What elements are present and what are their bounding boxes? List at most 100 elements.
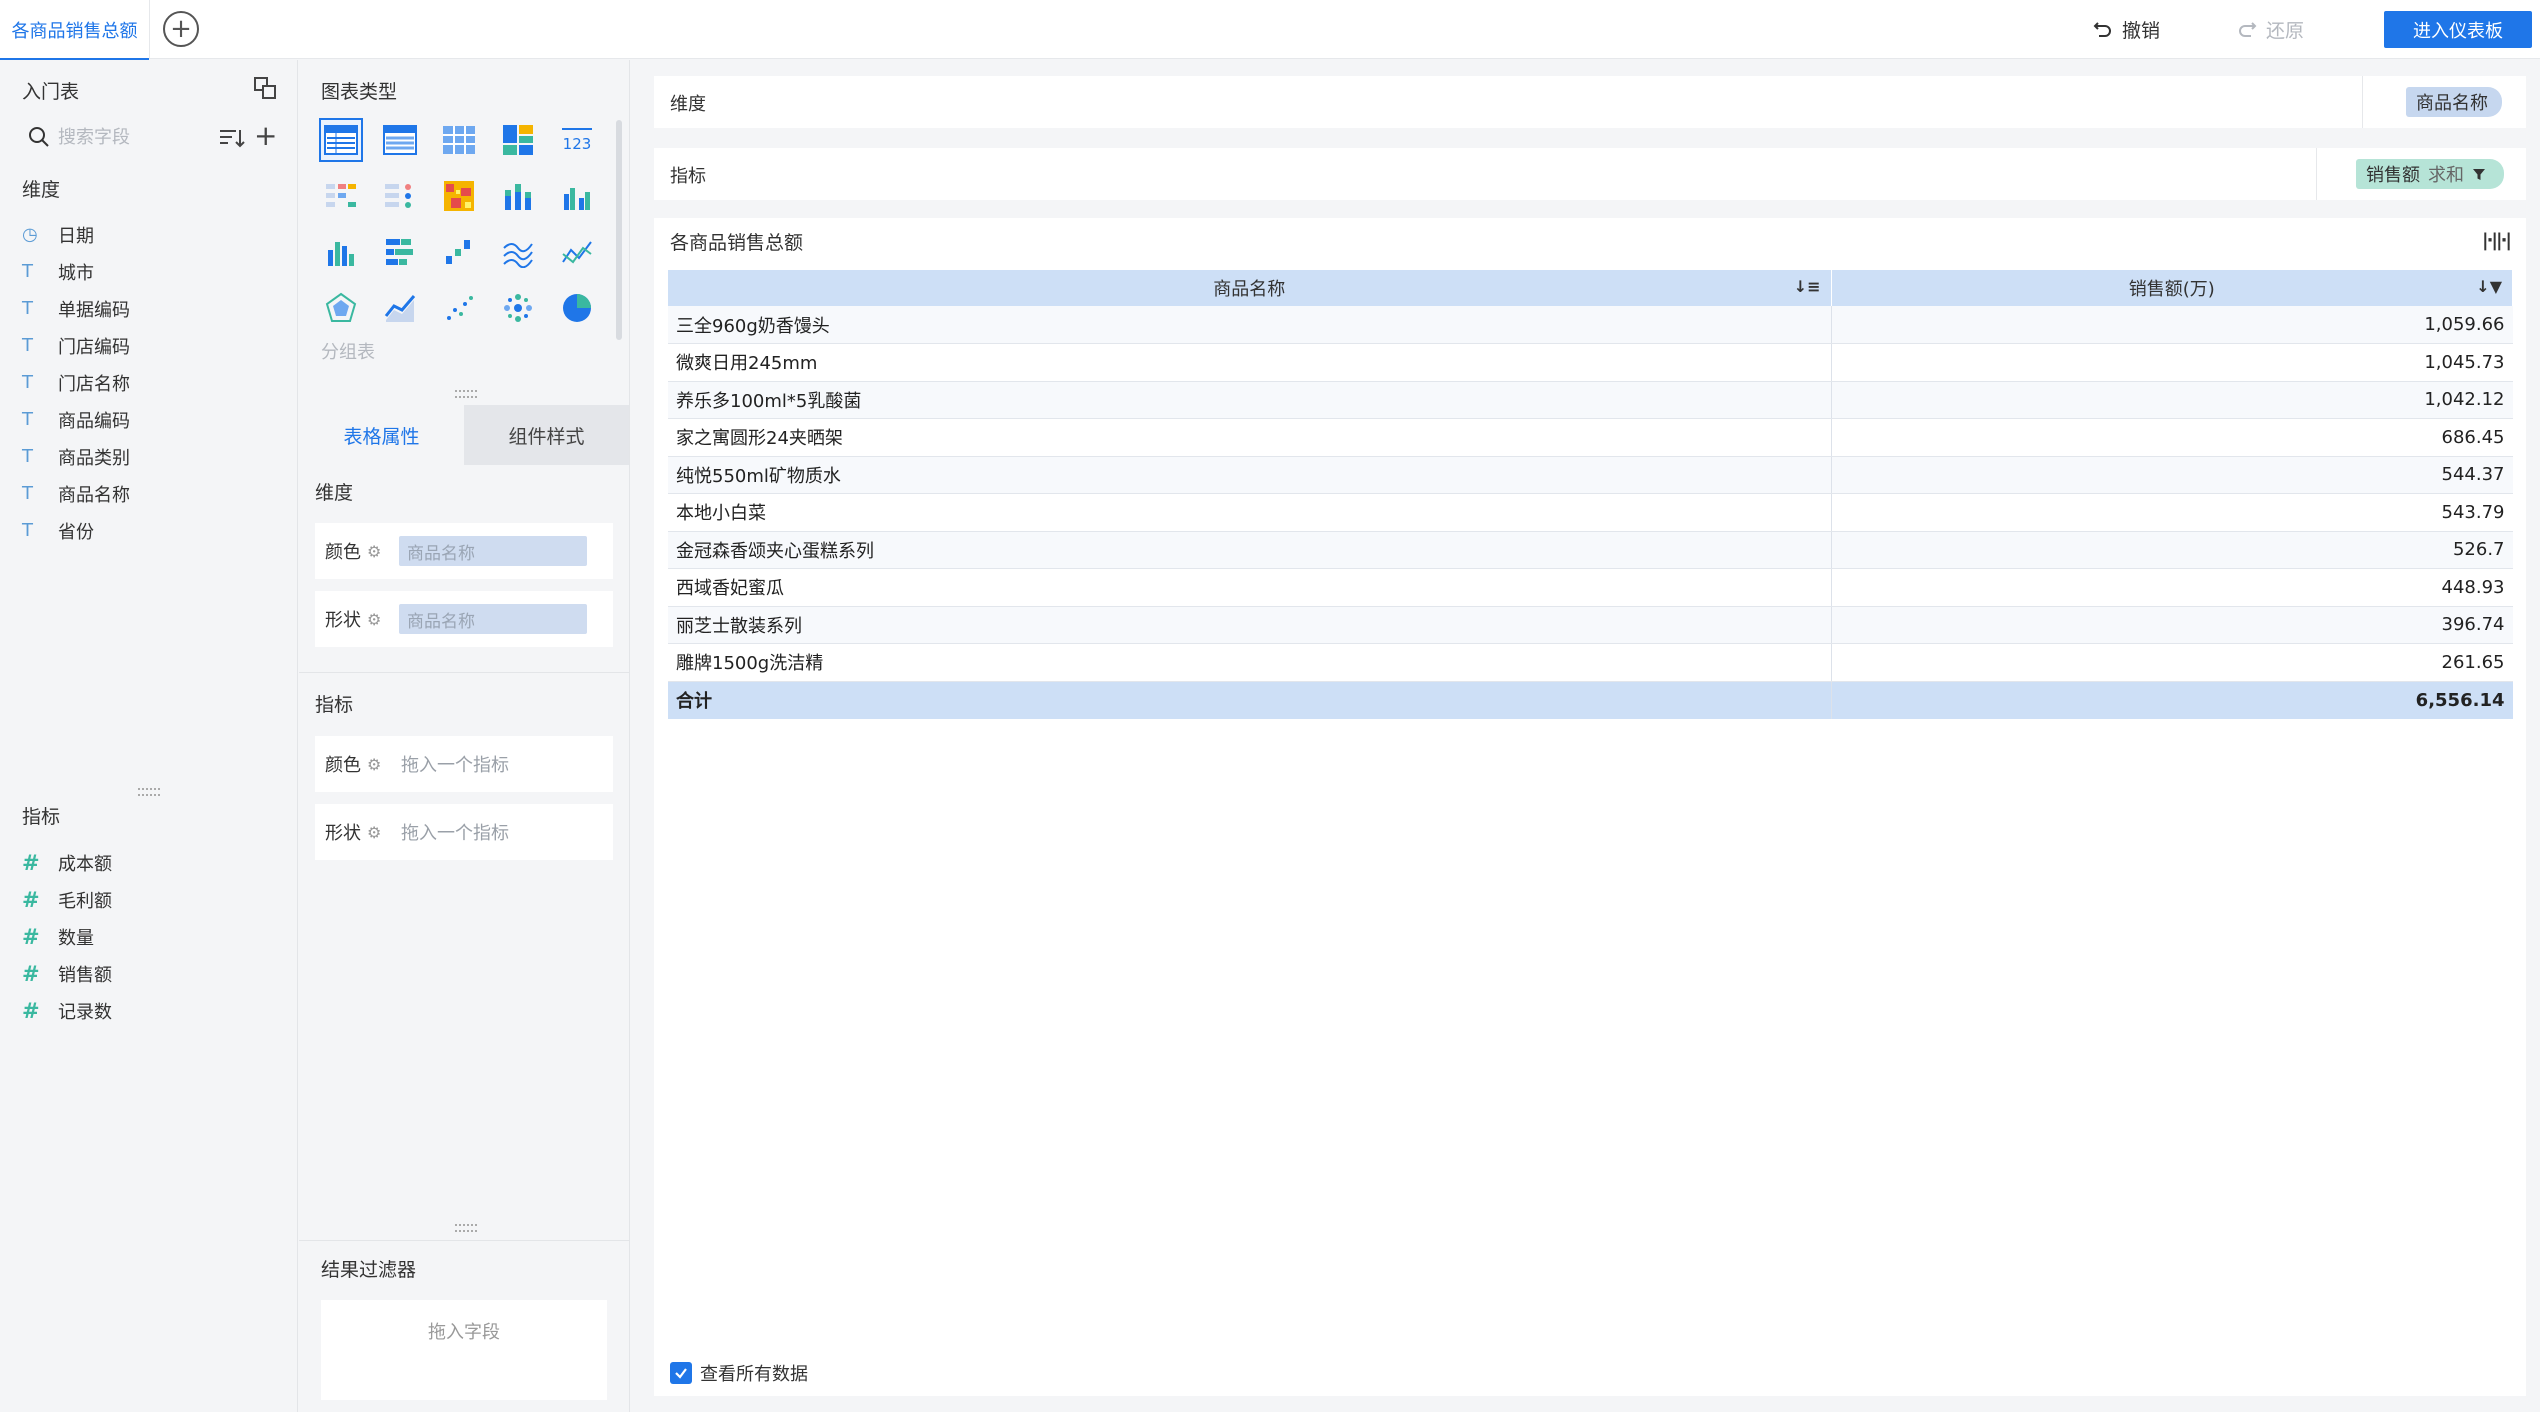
gear-icon[interactable]: ⚙ [367,823,389,842]
undo-button[interactable]: 撤销 [2092,14,2160,44]
radar-chart-icon[interactable] [319,286,363,330]
measure-color-dropzone[interactable]: 拖入一个指标 [401,751,509,777]
sort-icon[interactable]: ↓≡ [1794,277,1821,296]
dimension-shape-row[interactable]: 形状 ⚙ 商品名称 [315,591,613,647]
dimension-pill[interactable]: 商品名称 [2406,87,2502,117]
area-chart-icon[interactable] [378,286,422,330]
measure-shape-dropzone[interactable]: 拖入一个指标 [401,819,509,845]
column-chart-icon[interactable] [319,230,363,274]
waterfall-chart-icon[interactable] [437,230,481,274]
checkbox-checked-icon[interactable] [670,1362,692,1384]
table-row[interactable]: 金冠森香颂夹心蛋糕系列 526.7 [668,531,2513,569]
kpi-number-chart-icon[interactable]: 123 [555,118,599,162]
search-icon [29,127,49,147]
heatmap-chart-icon[interactable] [437,174,481,218]
add-field-icon[interactable]: + [254,122,277,150]
redo-button[interactable]: 还原 [2236,14,2304,44]
horizontal-bar-chart-icon[interactable] [378,230,422,274]
text-type-icon: T [22,409,33,430]
measure-color-row[interactable]: 颜色 ⚙ 拖入一个指标 [315,736,613,792]
stacked-bar-chart-icon[interactable] [496,174,540,218]
panel-splitter-handle[interactable] [455,1224,477,1232]
cell-product: 微爽日用245mm [668,343,1832,382]
measure-pill[interactable]: 销售额 求和 [2356,159,2504,189]
table-row[interactable]: 丽芝士散装系列 396.74 [668,606,2513,644]
tab-component-style[interactable]: 组件样式 [464,405,629,465]
column-width-icon[interactable]: |·||·| [2482,230,2512,251]
measure-shape-row[interactable]: 形状 ⚙ 拖入一个指标 [315,804,613,860]
measure-field[interactable]: # 毛利额 [22,881,112,918]
cell-sales: 686.45 [1831,418,2513,457]
panel-splitter-handle[interactable] [455,390,477,398]
chart-type-scrollbar[interactable] [616,120,622,340]
text-table-chart-icon[interactable] [319,174,363,218]
chart-title: 各商品销售总额 [670,232,804,254]
measure-field[interactable]: # 销售额 [22,955,112,992]
tab-sales-total[interactable]: 各商品销售总额 [0,0,150,60]
dimension-field[interactable]: T 省份 [22,512,130,549]
field-search[interactable] [22,119,207,155]
panel-splitter-handle[interactable] [138,788,160,796]
dimension-field[interactable]: T 单据编码 [22,290,130,327]
gear-icon[interactable]: ⚙ [367,610,389,629]
column-header-product[interactable]: 商品名称 ↓≡ [668,270,1832,306]
column-header-sales[interactable]: 销售额(万) ↓▼ [1831,270,2513,306]
detail-table-chart-icon[interactable] [378,118,422,162]
grouped-bar-chart-icon[interactable] [555,174,599,218]
search-input[interactable] [58,126,198,148]
table-row[interactable]: 三全960g奶香馒头 1,059.66 [668,306,2513,344]
measure-field[interactable]: # 成本额 [22,844,112,881]
measures-title: 指标 [22,806,61,828]
view-all-data-toggle[interactable]: 查看所有数据 [670,1360,808,1386]
dimension-field[interactable]: T 商品类别 [22,438,130,475]
dimension-color-row[interactable]: 颜色 ⚙ 商品名称 [315,523,613,579]
measure-agg-label: 求和 [2428,165,2464,186]
add-tab-icon[interactable]: + [163,11,199,47]
measure-field[interactable]: # 数量 [22,918,112,955]
dimension-field[interactable]: T 商品编码 [22,401,130,438]
cell-product: 纯悦550ml矿物质水 [668,456,1832,494]
dimension-field[interactable]: T 门店编码 [22,327,130,364]
table-row[interactable]: 微爽日用245mm 1,045.73 [668,343,2513,382]
scatter-chart-icon[interactable] [437,286,481,330]
dimension-field[interactable]: T 商品名称 [22,475,130,512]
dimension-color-chip[interactable]: 商品名称 [399,536,587,566]
field-label: 商品编码 [58,410,130,432]
sort-filter-icon[interactable]: ↓▼ [2476,277,2502,296]
dimension-section-title: 维度 [315,482,354,504]
dimension-shelf[interactable]: 维度 商品名称 [654,76,2526,128]
dimension-shape-chip[interactable]: 商品名称 [399,604,587,634]
selected-chart-type-label: 分组表 [321,342,375,363]
sort-fields-icon[interactable] [218,126,248,152]
filter-icon[interactable] [2472,167,2486,181]
table-row[interactable]: 本地小白菜 543.79 [668,493,2513,532]
gear-icon[interactable]: ⚙ [367,542,389,561]
result-filter-dropzone[interactable]: 拖入字段 [321,1300,607,1400]
tab-table-properties[interactable]: 表格属性 [299,405,464,465]
chart-type-grid: 123 [319,118,614,330]
redo-icon [2239,22,2257,37]
table-row[interactable]: 雕牌1500g洗洁精 261.65 [668,643,2513,682]
table-row[interactable]: 纯悦550ml矿物质水 544.37 [668,456,2513,494]
switch-dataset-icon[interactable] [252,75,278,101]
color-table-chart-icon[interactable] [378,174,422,218]
table-row[interactable]: 西域香妃蜜瓜 448.93 [668,568,2513,607]
line-chart-icon[interactable] [555,230,599,274]
treemap-chart-icon[interactable] [496,118,540,162]
bubble-chart-icon[interactable] [496,286,540,330]
cross-table-chart-icon[interactable] [437,118,481,162]
field-label: 单据编码 [58,299,130,321]
measure-shelf[interactable]: 指标 销售额 求和 [654,148,2526,200]
enter-dashboard-button[interactable]: 进入仪表板 [2384,11,2532,48]
dimension-field[interactable]: ◷ 日期 [22,216,130,253]
pie-chart-icon[interactable] [555,286,599,330]
group-table-chart-icon[interactable] [319,118,363,162]
measure-field[interactable]: # 记录数 [22,992,112,1029]
column-header-label: 销售额(万) [2128,279,2215,300]
gear-icon[interactable]: ⚙ [367,755,389,774]
dimension-field[interactable]: T 城市 [22,253,130,290]
table-row[interactable]: 家之寓圆形24夹晒架 686.45 [668,418,2513,457]
multi-line-chart-icon[interactable] [496,230,540,274]
table-row[interactable]: 养乐多100ml*5乳酸菌 1,042.12 [668,381,2513,419]
dimension-field[interactable]: T 门店名称 [22,364,130,401]
